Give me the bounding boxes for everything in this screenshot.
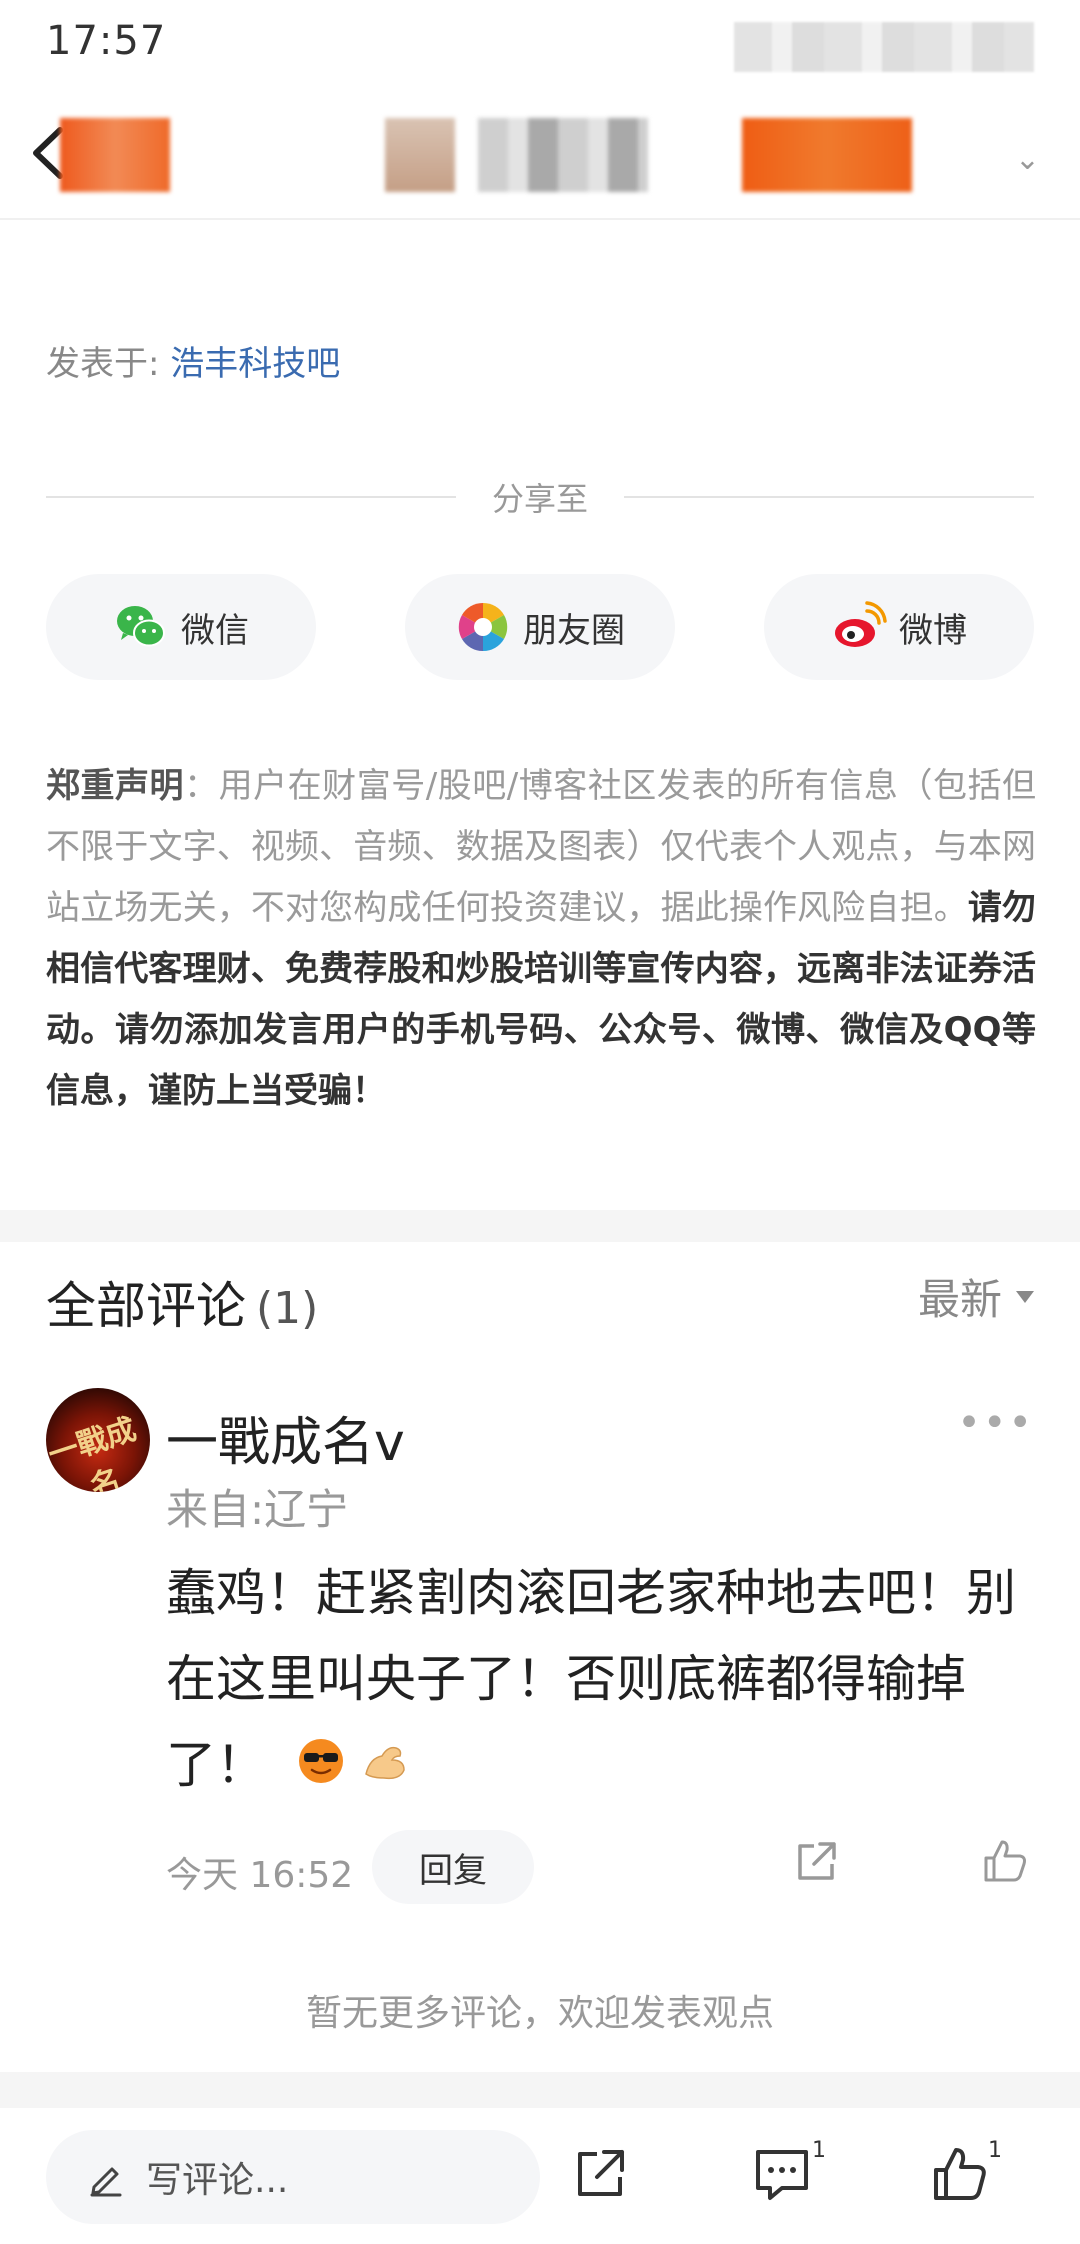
avatar-text: 一戰成名 [46,1411,141,1492]
reply-button[interactable]: 回复 [372,1830,534,1904]
section-divider-bottom [0,2072,1080,2108]
share-wechat-button[interactable]: 微信 [46,574,316,680]
share-moments-button[interactable]: 朋友圈 [405,574,675,680]
thumbs-up-icon[interactable] [980,1836,1030,1886]
sort-dropdown[interactable]: 最新 [918,1266,1034,1327]
weibo-icon [835,601,887,647]
blurred-follow-button[interactable] [742,118,912,192]
comments-title: 全部评论 (1) [46,1266,318,1338]
moments-icon [458,602,508,652]
disclaimer-text: ：用户在财富号/股吧/博客社区发表的所有信息（包括但不限于文字、视频、音频、数据… [46,766,1037,928]
posted-in-label: 发表于: [46,344,160,384]
muscle-emoji-icon [360,1726,410,1812]
section-divider [0,1210,1080,1242]
share-wechat-label: 微信 [181,610,249,651]
share-weibo-button[interactable]: 微博 [764,574,1034,680]
comment-icon[interactable] [752,2144,812,2204]
comment-location: 来自:辽宁 [166,1485,349,1534]
status-bar: 17:57 [0,0,1080,80]
status-icons-blurred [734,22,1034,72]
sort-label: 最新 [917,1275,1002,1324]
forum-link[interactable]: 浩丰科技吧 [170,344,340,384]
blurred-logo [60,118,170,192]
comment-text: 蠢鸡！赶紧割肉滚回老家种地去吧！别在这里叫央子了！否则底裤都得输掉了！ [166,1564,1016,1794]
like-count-badge: 1 [988,2138,1002,2163]
share-weibo-label: 微博 [899,610,967,651]
comment-time: 今天 16:52 [166,1855,354,1896]
status-time: 17:57 [46,18,167,64]
comments-count: (1) [256,1283,319,1334]
bottom-bar: 写评论... 1 1 [0,2108,1080,2244]
blurred-avatar [385,118,455,192]
divider-line-right [624,496,1034,498]
top-header: ⌄ [0,80,1080,220]
share-icon[interactable] [792,1838,840,1886]
comment-count-badge: 1 [812,2138,826,2163]
avatar[interactable]: 一戰成名 [46,1388,150,1492]
posted-in: 发表于: 浩丰科技吧 [46,336,340,385]
header-more-icon[interactable]: ⌄ [1015,142,1040,177]
no-more-comments: 暂无更多评论，欢迎发表观点 [305,1993,774,2034]
more-options-icon[interactable]: ••• [957,1400,1034,1446]
share-moments-label: 朋友圈 [523,610,625,651]
caret-down-icon [1016,1290,1034,1303]
disclaimer-title: 郑重声明 [46,766,185,806]
share-divider: 分享至 [46,472,1034,522]
comment-username[interactable]: 一戰成名v [166,1400,405,1475]
disclaimer: 郑重声明：用户在财富号/股吧/博客社区发表的所有信息（包括但不限于文字、视频、音… [46,756,1036,1122]
blurred-title [478,118,648,192]
share-row: 微信 朋友圈 微博 [46,574,1034,680]
comments-title-label: 全部评论 [46,1277,246,1335]
thumbs-up-icon[interactable] [930,2144,990,2204]
pencil-icon [90,2167,122,2197]
comment-body: 蠢鸡！赶紧割肉滚回老家种地去吧！别在这里叫央子了！否则底裤都得输掉了！ [166,1550,1046,1812]
write-comment-placeholder: 写评论... [146,2160,289,2201]
wechat-icon [117,606,165,647]
share-icon[interactable] [570,2144,630,2204]
write-comment-input[interactable]: 写评论... [46,2130,540,2224]
sunglasses-emoji-icon [296,1726,346,1812]
